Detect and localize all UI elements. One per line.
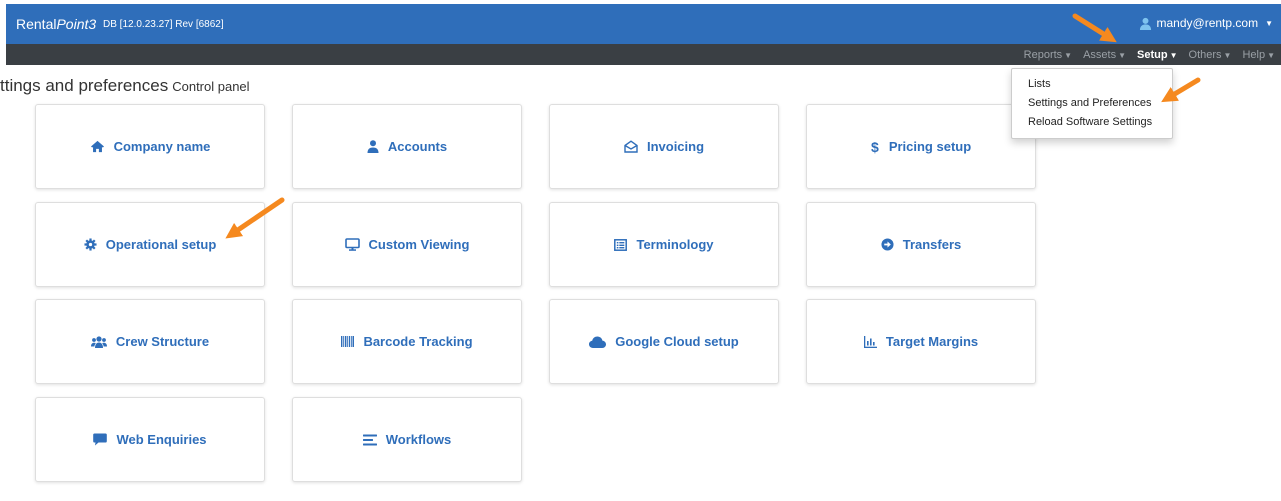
tile-label: Google Cloud setup — [615, 334, 739, 349]
db-version-info: DB [12.0.23.27] Rev [6862] — [103, 19, 224, 30]
app-brand[interactable]: RentalPoint3 — [16, 16, 96, 32]
tile-transfers[interactable]: Transfers — [806, 202, 1036, 287]
gear-icon — [84, 238, 97, 251]
app-header: RentalPoint3 DB [12.0.23.27] Rev [6862] … — [6, 4, 1281, 44]
page-title: ttings and preferences Control panel — [0, 76, 250, 96]
tile-barcode-tracking[interactable]: Barcode Tracking — [292, 299, 522, 384]
monitor-icon — [344, 238, 360, 251]
chevron-down-icon: ▼ — [1267, 50, 1275, 60]
cloud-icon — [589, 336, 607, 348]
envelope-open-icon — [624, 140, 638, 153]
tile-label: Workflows — [385, 432, 452, 447]
brand-text-italic: Point3 — [56, 16, 97, 32]
tile-company-name[interactable]: Company name — [35, 104, 265, 189]
menu-item-settings-and-preferences[interactable]: Settings and Preferences — [1028, 97, 1152, 109]
chevron-down-icon: ▼ — [1064, 50, 1073, 60]
nav-setup[interactable]: Setup ▼ — [1137, 49, 1177, 61]
comment-icon — [93, 433, 108, 446]
tile-label: Web Enquiries — [116, 432, 207, 447]
tile-invoicing[interactable]: Invoicing — [549, 104, 779, 189]
tile-web-enquiries[interactable]: Web Enquiries — [35, 397, 265, 482]
tile-crew-structure[interactable]: Crew Structure — [35, 299, 265, 384]
main-navbar: Reports ▼ Assets ▼ Setup ▼ Others ▼ Help ▼ — [6, 44, 1281, 65]
chart-icon — [863, 335, 877, 348]
dollar-icon: $ — [871, 140, 879, 154]
tile-custom-viewing[interactable]: Custom Viewing — [292, 202, 522, 287]
tile-label: Pricing setup — [888, 139, 972, 154]
svg-text:$: $ — [871, 140, 879, 154]
list-icon — [614, 238, 628, 251]
tile-operational-setup[interactable]: Operational setup — [35, 202, 265, 287]
nav-label: Reports — [1023, 48, 1063, 61]
tile-terminology[interactable]: Terminology — [549, 202, 779, 287]
chevron-down-icon: ▼ — [1118, 50, 1127, 60]
tile-workflows[interactable]: Workflows — [292, 397, 522, 482]
arrow-circle-right-icon — [881, 238, 894, 251]
nav-label: Assets — [1083, 48, 1117, 61]
tile-label: Company name — [113, 139, 211, 154]
page-title-main: ttings and preferences — [0, 76, 169, 95]
nav-label: Setup — [1137, 48, 1168, 61]
setup-dropdown-menu: Lists Settings and Preferences Reload So… — [1011, 68, 1173, 139]
tile-label: Custom Viewing — [368, 237, 470, 252]
tile-pricing-setup[interactable]: $ Pricing setup — [806, 104, 1036, 189]
chevron-down-icon: ▼ — [1223, 50, 1232, 60]
tile-label: Target Margins — [885, 334, 979, 349]
user-icon — [367, 140, 379, 153]
nav-label: Others — [1188, 48, 1222, 61]
tile-label: Barcode Tracking — [363, 334, 473, 349]
bars-icon — [362, 434, 377, 445]
chevron-down-icon: ▼ — [1169, 50, 1178, 60]
tile-label: Terminology — [636, 237, 714, 252]
tile-label: Invoicing — [646, 139, 705, 154]
menu-item-lists[interactable]: Lists — [1028, 78, 1051, 90]
home-icon — [90, 140, 104, 153]
nav-reports[interactable]: Reports ▼ — [1024, 49, 1072, 61]
tile-label: Crew Structure — [115, 334, 210, 349]
nav-assets[interactable]: Assets ▼ — [1083, 49, 1126, 61]
chevron-down-icon: ▼ — [1265, 18, 1273, 28]
user-icon — [1139, 17, 1151, 30]
menu-item-reload-software-settings[interactable]: Reload Software Settings — [1028, 116, 1152, 128]
user-email: mandy@rentp.com — [1156, 16, 1259, 30]
barcode-icon — [341, 336, 355, 347]
page-title-sub: Control panel — [172, 79, 250, 94]
nav-label: Help — [1242, 48, 1266, 61]
tile-label: Transfers — [902, 237, 962, 252]
users-icon — [90, 335, 107, 348]
user-menu[interactable]: mandy@rentp.com ▼ — [1139, 16, 1273, 30]
tile-accounts[interactable]: Accounts — [292, 104, 522, 189]
tile-google-cloud-setup[interactable]: Google Cloud setup — [549, 299, 779, 384]
tile-label: Operational setup — [105, 237, 217, 252]
nav-others[interactable]: Others ▼ — [1189, 49, 1232, 61]
tile-target-margins[interactable]: Target Margins — [806, 299, 1036, 384]
nav-help[interactable]: Help ▼ — [1242, 49, 1275, 61]
tile-label: Accounts — [387, 139, 448, 154]
brand-text: Rental — [16, 16, 57, 32]
